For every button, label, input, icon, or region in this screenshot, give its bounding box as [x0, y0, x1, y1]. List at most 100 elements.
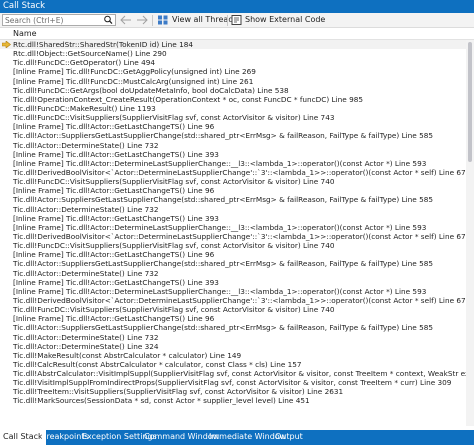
stack-frame-text: Tic.dll!MakeResult(const AbstrCalculator…	[13, 350, 242, 360]
column-header-name[interactable]: Name	[13, 28, 37, 40]
stack-frame-row[interactable]: [Inline Frame] Tic.dll!FuncDC::MustCalcA…	[0, 77, 474, 86]
stack-frame-text: Tic.dll!FuncDC::GetOperator() Line 494	[13, 58, 156, 68]
stack-frame-text: Tic.dll!OperationContext_CreateResult(Op…	[13, 94, 363, 104]
search-input[interactable]	[5, 15, 103, 25]
stack-frame-row[interactable]: [Inline Frame] Tic.dll!Actor::GetLastCha…	[0, 278, 474, 287]
stack-frame-text: Tic.dll!FuncDC::GetArgs(bool doUpdateMet…	[13, 85, 289, 95]
stack-frame-row[interactable]: [Inline Frame] Tic.dll!Actor::GetLastCha…	[0, 150, 474, 159]
tab-output[interactable]: Output	[272, 430, 306, 445]
stack-frame-row[interactable]: Tic.dll!DerivedBoolVisitor<`Actor::Deter…	[0, 296, 474, 305]
toolbar-separator	[227, 15, 228, 26]
stack-frame-text: Tic.dll!FuncDC::MakeResult() Line 1193	[13, 103, 156, 113]
toolbar-separator	[152, 15, 153, 26]
show-external-code-button[interactable]: Show External Code	[245, 13, 325, 27]
stack-frame-text: [Inline Frame] Tic.dll!Actor::GetLastCha…	[13, 277, 219, 287]
stack-frame-text: Tic.dll!CalcResult(const AbstrCalculator…	[13, 359, 302, 369]
stack-frame-row[interactable]: Tic.dll!CalcResult(const AbstrCalculator…	[0, 360, 474, 369]
stack-frame-text: Tic.dll!FuncDC::VisitSuppliers(SupplierV…	[13, 113, 335, 123]
stack-frame-text: [Inline Frame] Tic.dll!Actor::GetLastCha…	[13, 213, 219, 223]
stack-frame-row[interactable]: Tic.dll!FuncDC::GetArgs(bool doUpdateMet…	[0, 86, 474, 95]
stack-frame-text: [Inline Frame] Tic.dll!Actor::GetLastCha…	[13, 250, 215, 260]
stack-frame-text: [Inline Frame] Tic.dll!Actor::GetLastCha…	[13, 122, 215, 132]
stack-frame-text: [Inline Frame] Tic.dll!FuncDC::MustCalcA…	[13, 76, 254, 86]
stack-frame-row[interactable]: Tic.dll!TreeItem::VisitSuppliers(Supplie…	[0, 387, 474, 396]
stack-frame-text: [Inline Frame] Tic.dll!Actor::GetLastCha…	[13, 186, 215, 196]
stack-frame-text: Tic.dll!VisitImplSupplFromIndirectProps(…	[13, 378, 452, 388]
stack-frame-row[interactable]: Tic.dll!Actor::DetermineState() Line 732	[0, 205, 474, 214]
stack-frame-row[interactable]: Tic.dll!Actor::SuppliersGetLastSupplierC…	[0, 259, 474, 268]
stack-frame-text: [Inline Frame] Tic.dll!Actor::DetermineL…	[13, 222, 427, 232]
stack-frame-row[interactable]: Tic.dll!FuncDC::VisitSuppliers(SupplierV…	[0, 241, 474, 250]
arrow-right-icon[interactable]	[136, 15, 148, 25]
stack-frame-row[interactable]: Tic.dll!Actor::DetermineState() Line 732	[0, 141, 474, 150]
stack-frame-text: Rtc.dll!SharedStr::SharedStr(TokenID id)…	[13, 40, 194, 49]
stack-frame-text: Tic.dll!FuncDC::VisitSuppliers(SupplierV…	[13, 177, 335, 187]
stack-frame-row[interactable]: Tic.dll!DerivedBoolVisitor<`Actor::Deter…	[0, 232, 474, 241]
stack-frame-row[interactable]: Tic.dll!FuncDC::GetOperator() Line 494	[0, 58, 474, 67]
stack-frame-row[interactable]: Tic.dll!OperationContext_CreateResult(Op…	[0, 95, 474, 104]
stack-frame-row[interactable]: Tic.dll!DerivedBoolVisitor<`Actor::Deter…	[0, 168, 474, 177]
stack-frame-text: Tic.dll!Actor::DetermineState() Line 732	[13, 204, 159, 214]
window-title-bar: Call Stack	[0, 0, 474, 13]
stack-frame-row[interactable]: [Inline Frame] Tic.dll!Actor::GetLastCha…	[0, 214, 474, 223]
stack-frame-text: Tic.dll!Actor::DetermineState() Line 732	[13, 332, 159, 342]
arrow-left-icon[interactable]	[120, 15, 132, 25]
stack-frame-text: Rtc.dll!Object::GetSourceName() Line 290	[13, 49, 167, 59]
stack-frame-text: Tic.dll!Actor::DetermineState() Line 732	[13, 140, 159, 150]
stack-frame-row[interactable]: [Inline Frame] Tic.dll!Actor::DetermineL…	[0, 223, 474, 232]
stack-frame-text: Tic.dll!Actor::SuppliersGetLastSupplierC…	[13, 195, 434, 205]
stack-frame-text: Tic.dll!MarkSources(SessionData * sd, co…	[13, 396, 310, 406]
call-stack-list[interactable]: Rtc.dll!SharedStr::SharedStr(TokenID id)…	[0, 40, 474, 426]
stack-frame-row[interactable]: [Inline Frame] Tic.dll!FuncDC::GetAggPol…	[0, 67, 474, 76]
stack-frame-text: Tic.dll!DerivedBoolVisitor<`Actor::Deter…	[13, 295, 466, 305]
stack-frame-row-current[interactable]: Rtc.dll!SharedStr::SharedStr(TokenID id)…	[0, 40, 474, 50]
threads-grid-icon[interactable]	[157, 15, 169, 25]
stack-frame-text: Tic.dll!DerivedBoolVisitor<`Actor::Deter…	[13, 231, 466, 241]
stack-frame-row[interactable]: Tic.dll!FuncDC::VisitSuppliers(SupplierV…	[0, 113, 474, 122]
stack-frame-row[interactable]: [Inline Frame] Tic.dll!Actor::DetermineL…	[0, 287, 474, 296]
stack-frame-row[interactable]: Tic.dll!Actor::DetermineState() Line 732	[0, 333, 474, 342]
search-icon[interactable]	[103, 15, 114, 25]
current-frame-arrow-icon	[2, 41, 11, 48]
tool-window-tab-bar: Call Stack Breakpoints Exception Setting…	[0, 430, 474, 445]
stack-frame-row[interactable]: Tic.dll!MarkSources(SessionData * sd, co…	[0, 396, 474, 405]
stack-frame-row[interactable]: [Inline Frame] Tic.dll!Actor::DetermineL…	[0, 159, 474, 168]
stack-frame-row[interactable]: Tic.dll!Actor::SuppliersGetLastSupplierC…	[0, 195, 474, 204]
column-header: Name	[0, 28, 474, 40]
stack-frame-row[interactable]: [Inline Frame] Tic.dll!Actor::GetLastCha…	[0, 314, 474, 323]
stack-frame-text: Tic.dll!Actor::SuppliersGetLastSupplierC…	[13, 259, 434, 269]
stack-frame-row[interactable]: Tic.dll!FuncDC::MakeResult() Line 1193	[0, 104, 474, 113]
stack-frame-row[interactable]: Tic.dll!Actor::SuppliersGetLastSupplierC…	[0, 323, 474, 332]
external-code-icon[interactable]	[231, 15, 243, 25]
stack-frame-row[interactable]: Tic.dll!Actor::DetermineState() Line 732	[0, 269, 474, 278]
stack-frame-text: Tic.dll!AbstrCalculator::VisitImplSuppl(…	[13, 369, 474, 379]
stack-frame-text: Tic.dll!Actor::DetermineState() Line 732	[13, 268, 159, 278]
stack-frame-text: Tic.dll!DerivedBoolVisitor<`Actor::Deter…	[13, 167, 466, 177]
stack-frame-text: [Inline Frame] Tic.dll!Actor::GetLastCha…	[13, 314, 215, 324]
stack-frame-text: [Inline Frame] Tic.dll!Actor::DetermineL…	[13, 158, 427, 168]
stack-frame-row[interactable]: [Inline Frame] Tic.dll!Actor::GetLastCha…	[0, 122, 474, 131]
stack-frame-row[interactable]: [Inline Frame] Tic.dll!Actor::GetLastCha…	[0, 250, 474, 259]
stack-frame-row[interactable]: Tic.dll!VisitImplSupplFromIndirectProps(…	[0, 378, 474, 387]
stack-frame-row[interactable]: Tic.dll!MakeResult(const AbstrCalculator…	[0, 351, 474, 360]
stack-frame-row[interactable]: Tic.dll!FuncDC::VisitSuppliers(SupplierV…	[0, 305, 474, 314]
search-box[interactable]	[2, 14, 116, 26]
stack-frame-text: Tic.dll!Actor::SuppliersGetLastSupplierC…	[13, 323, 434, 333]
stack-frame-text: [Inline Frame] Tic.dll!Actor::DetermineL…	[13, 286, 427, 296]
stack-frame-text: [Inline Frame] Tic.dll!Actor::GetLastCha…	[13, 149, 219, 159]
stack-frame-row[interactable]: Tic.dll!Actor::SuppliersGetLastSupplierC…	[0, 131, 474, 140]
stack-frame-row[interactable]: Tic.dll!AbstrCalculator::VisitImplSuppl(…	[0, 369, 474, 378]
call-stack-toolbar: View all Threads Show External Code	[0, 13, 474, 28]
stack-frame-row[interactable]: Rtc.dll!Object::GetSourceName() Line 290	[0, 49, 474, 58]
vertical-scrollbar[interactable]	[466, 40, 474, 426]
stack-frame-row[interactable]: Tic.dll!Actor::DetermineState() Line 324	[0, 342, 474, 351]
scrollbar-thumb[interactable]	[468, 42, 472, 162]
stack-frame-row[interactable]: [Inline Frame] Tic.dll!Actor::GetLastCha…	[0, 186, 474, 195]
window-title: Call Stack	[3, 1, 46, 11]
stack-frame-text: [Inline Frame] Tic.dll!FuncDC::GetAggPol…	[13, 67, 256, 77]
stack-frame-text: Tic.dll!FuncDC::VisitSuppliers(SupplierV…	[13, 241, 335, 251]
stack-frame-text: Tic.dll!TreeItem::VisitSuppliers(Supplie…	[13, 387, 344, 397]
stack-frame-row[interactable]: Tic.dll!FuncDC::VisitSuppliers(SupplierV…	[0, 177, 474, 186]
stack-frame-text: Tic.dll!Actor::DetermineState() Line 324	[13, 341, 159, 351]
stack-frame-text: Tic.dll!FuncDC::VisitSuppliers(SupplierV…	[13, 305, 335, 315]
